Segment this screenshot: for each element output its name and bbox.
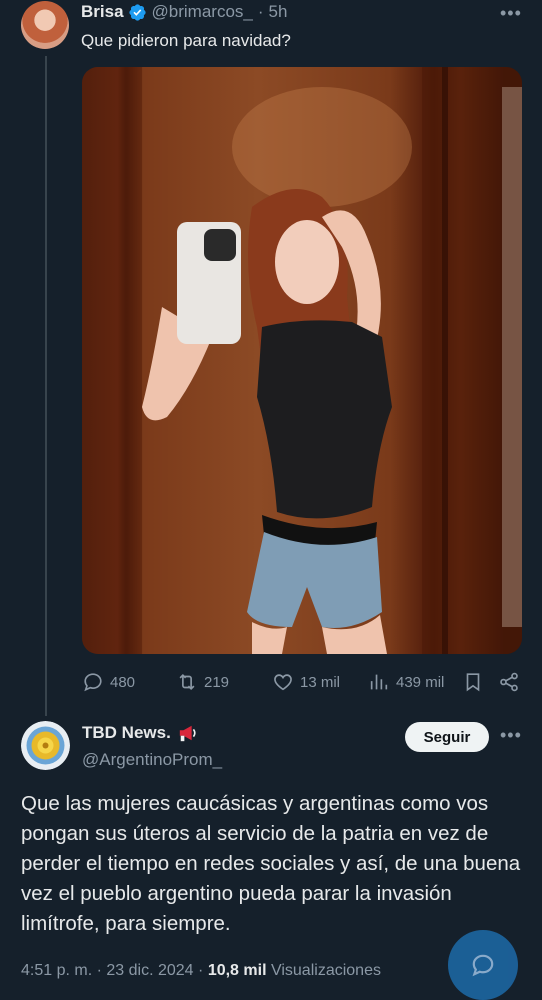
author-name[interactable]: Brisa [81,2,124,22]
views-icon [370,674,388,690]
share-button[interactable] [498,670,526,694]
photo-illustration [82,67,522,654]
bookmark-button[interactable] [462,670,490,694]
author-handle[interactable]: @ArgentinoProm_ [82,749,222,771]
sun-of-may-logo [21,721,70,770]
more-icon[interactable]: ••• [500,725,524,745]
views-count: 439 mil [396,673,445,691]
repost-count: 219 [204,673,230,691]
views-label: Visualizaciones [270,962,381,979]
timestamp[interactable]: 5h [269,2,288,22]
tweet-header: TBD News. [82,722,199,744]
tweet-photo[interactable] [82,67,522,654]
tweet-text: Que las mujeres caucásicas y argentinas … [21,792,521,935]
separator-dot: · [257,2,264,21]
separator-dot: · [96,962,102,979]
tweet-date[interactable]: 23 dic. 2024 [106,962,193,979]
avatar[interactable] [21,1,69,49]
reply-icon [84,673,102,692]
author-name[interactable]: TBD News. [82,722,171,744]
separator-dot: · [198,962,204,979]
share-icon [500,672,518,692]
tweet-actions: 480 219 13 mil 439 mil [82,670,522,694]
tweet-header: Brisa @brimarcos_ · 5h [81,2,287,22]
author-handle[interactable]: @brimarcos_ [152,2,253,22]
tweet-text: Que pidieron para navidad? [81,31,291,50]
bookmark-icon [466,673,480,692]
megaphone-icon [179,725,196,742]
reply-button[interactable]: 480 [82,670,135,694]
repost-button[interactable]: 219 [176,670,229,694]
like-button[interactable]: 13 mil [272,670,340,694]
more-icon[interactable]: ••• [500,3,524,23]
like-icon [274,674,292,691]
follow-button[interactable]: Seguir [405,722,489,752]
reply-count: 480 [110,673,136,691]
avatar[interactable] [21,721,70,770]
views-count: 10,8 mil [207,962,267,979]
verified-badge-icon [128,3,146,21]
like-count: 13 mil [300,673,341,691]
views-button[interactable]: 439 mil [368,670,444,694]
chat-fab-button[interactable] [448,930,518,1000]
tweet-original[interactable]: Brisa @brimarcos_ · 5h ••• Que pidieron … [0,0,542,712]
tweet-metadata: 4:51 p. m. · 23 dic. 2024 · 10,8 mil Vis… [21,960,381,982]
repost-icon [179,673,195,691]
chat-fab-icon [472,954,494,977]
tweet-time[interactable]: 4:51 p. m. [21,962,92,979]
